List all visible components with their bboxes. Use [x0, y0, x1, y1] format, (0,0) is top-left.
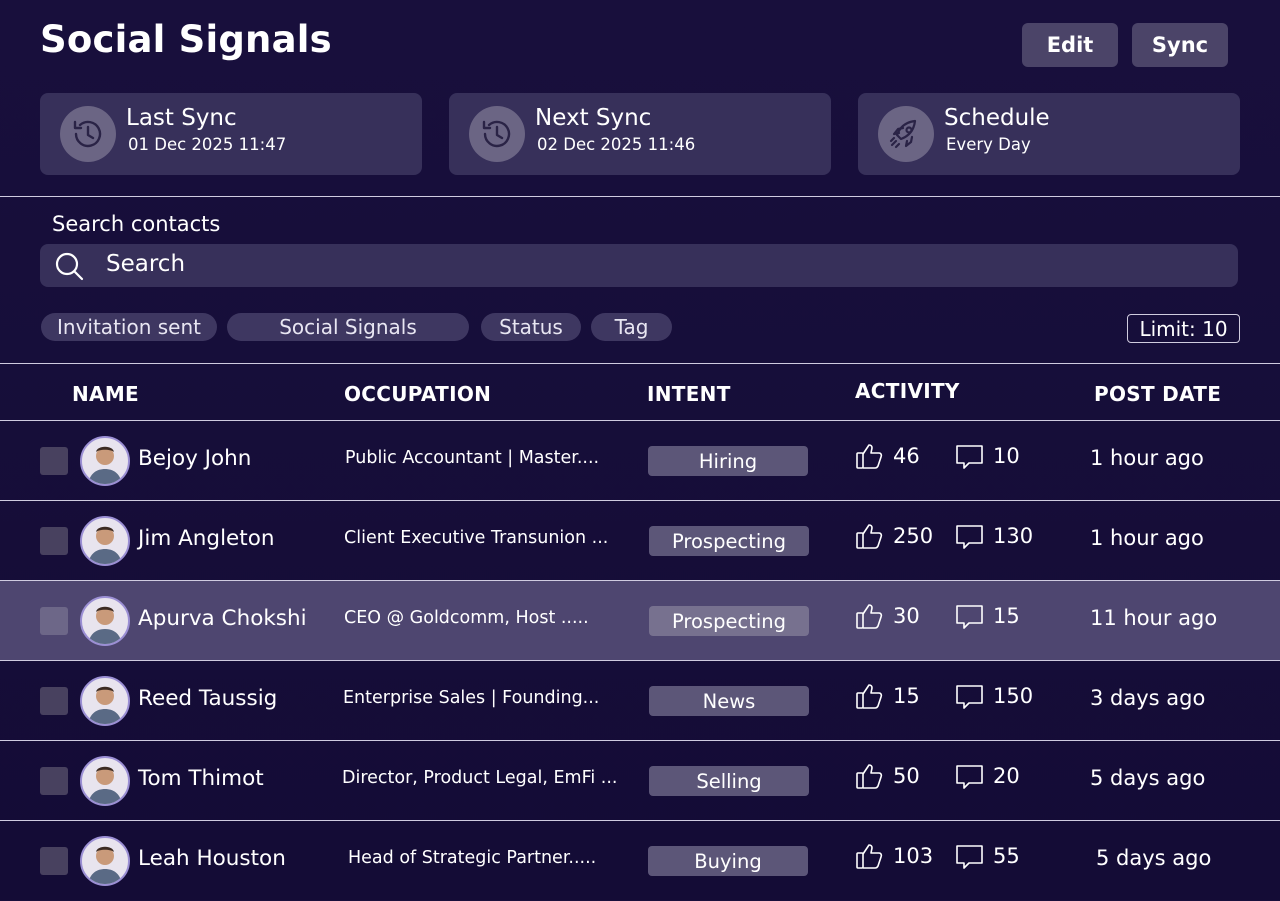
- contact-name[interactable]: Apurva Chokshi: [138, 606, 307, 631]
- table-row[interactable]: Apurva Chokshi CEO @ Goldcomm, Host ....…: [0, 581, 1280, 661]
- thumbs-up-icon: [855, 681, 885, 715]
- like-count: 50: [893, 764, 920, 788]
- table-row[interactable]: Leah Houston Head of Strategic Partner..…: [0, 821, 1280, 901]
- schedule-card: Schedule Every Day: [858, 93, 1240, 175]
- filter-status[interactable]: Status: [481, 313, 581, 341]
- table-row[interactable]: Tom Thimot Director, Product Legal, EmFi…: [0, 741, 1280, 821]
- post-date: 5 days ago: [1096, 846, 1212, 870]
- filter-tag[interactable]: Tag: [591, 313, 672, 341]
- table-row[interactable]: Jim Angleton Client Executive Transunion…: [0, 501, 1280, 581]
- intent-badge: Prospecting: [649, 526, 809, 556]
- next-sync-title: Next Sync: [535, 105, 652, 131]
- row-checkbox[interactable]: [40, 447, 68, 475]
- comment-icon: [955, 603, 985, 637]
- next-sync-value: 02 Dec 2025 11:46: [537, 135, 696, 154]
- divider: [0, 196, 1280, 197]
- intent-badge: Selling: [649, 766, 809, 796]
- thumbs-up-icon: [855, 841, 885, 875]
- thumbs-up-icon: [855, 521, 885, 555]
- schedule-value: Every Day: [946, 135, 1031, 154]
- page-title: Social Signals: [40, 18, 332, 61]
- comment-icon: [955, 523, 985, 557]
- like-count: 250: [893, 524, 934, 548]
- intent-badge: News: [649, 686, 809, 716]
- edit-button[interactable]: Edit: [1022, 23, 1118, 67]
- contact-occupation: Client Executive Transunion ...: [344, 528, 609, 548]
- schedule-title: Schedule: [944, 105, 1050, 131]
- contact-occupation: Director, Product Legal, EmFi ...: [342, 768, 618, 788]
- search-icon: [54, 251, 84, 285]
- contact-name[interactable]: Reed Taussig: [138, 686, 277, 711]
- avatar: [80, 516, 130, 566]
- avatar: [80, 436, 130, 486]
- avatar: [80, 596, 130, 646]
- post-date: 1 hour ago: [1090, 446, 1204, 470]
- contact-name[interactable]: Bejoy John: [138, 446, 251, 471]
- row-checkbox[interactable]: [40, 687, 68, 715]
- thumbs-up-icon: [855, 761, 885, 795]
- contact-name[interactable]: Tom Thimot: [138, 766, 264, 791]
- comment-count: 130: [993, 524, 1034, 548]
- row-checkbox[interactable]: [40, 607, 68, 635]
- contact-name[interactable]: Leah Houston: [138, 846, 286, 871]
- last-sync-value: 01 Dec 2025 11:47: [128, 135, 287, 154]
- thumbs-up-icon: [855, 441, 885, 475]
- contact-name[interactable]: Jim Angleton: [138, 526, 275, 551]
- column-header-intent[interactable]: INTENT: [647, 382, 731, 406]
- filter-invitation-sent[interactable]: Invitation sent: [41, 313, 217, 341]
- column-header-post-date[interactable]: POST DATE: [1094, 382, 1221, 406]
- like-count: 46: [893, 444, 920, 468]
- intent-badge: Hiring: [648, 446, 808, 476]
- avatar: [80, 756, 130, 806]
- search-bar[interactable]: [40, 244, 1238, 287]
- last-sync-title: Last Sync: [126, 105, 237, 131]
- search-input[interactable]: [104, 250, 1008, 278]
- row-checkbox[interactable]: [40, 527, 68, 555]
- column-header-occupation[interactable]: OCCUPATION: [344, 382, 491, 406]
- thumbs-up-icon: [855, 601, 885, 635]
- avatar: [80, 836, 130, 886]
- row-checkbox[interactable]: [40, 847, 68, 875]
- rocket-icon: [878, 106, 934, 162]
- history-icon: [469, 106, 525, 162]
- sync-button[interactable]: Sync: [1132, 23, 1228, 67]
- contact-occupation: Public Accountant | Master....: [345, 448, 600, 468]
- contact-occupation: Head of Strategic Partner.....: [348, 848, 597, 868]
- comment-count: 150: [993, 684, 1034, 708]
- comment-count: 55: [993, 844, 1020, 868]
- comment-icon: [955, 683, 985, 717]
- comment-icon: [955, 843, 985, 877]
- table-row[interactable]: Reed Taussig Enterprise Sales | Founding…: [0, 661, 1280, 741]
- intent-badge: Buying: [648, 846, 808, 876]
- limit-selector[interactable]: Limit: 10: [1127, 314, 1240, 343]
- post-date: 11 hour ago: [1090, 606, 1218, 630]
- comment-count: 20: [993, 764, 1020, 788]
- comment-count: 10: [993, 444, 1020, 468]
- like-count: 103: [893, 844, 934, 868]
- like-count: 15: [893, 684, 920, 708]
- search-label: Search contacts: [52, 212, 221, 236]
- comment-icon: [955, 443, 985, 477]
- column-header-activity[interactable]: ACTIVITY: [855, 379, 960, 403]
- last-sync-card: Last Sync 01 Dec 2025 11:47: [40, 93, 422, 175]
- contact-occupation: CEO @ Goldcomm, Host .....: [344, 608, 589, 628]
- post-date: 3 days ago: [1090, 686, 1206, 710]
- row-checkbox[interactable]: [40, 767, 68, 795]
- filter-social-signals[interactable]: Social Signals: [227, 313, 469, 341]
- avatar: [80, 676, 130, 726]
- divider: [0, 363, 1280, 364]
- column-header-name[interactable]: NAME: [72, 382, 139, 406]
- post-date: 5 days ago: [1090, 766, 1206, 790]
- like-count: 30: [893, 604, 920, 628]
- intent-badge: Prospecting: [649, 606, 809, 636]
- table-row[interactable]: Bejoy John Public Accountant | Master...…: [0, 421, 1280, 501]
- next-sync-card: Next Sync 02 Dec 2025 11:46: [449, 93, 831, 175]
- contact-occupation: Enterprise Sales | Founding...: [343, 688, 600, 708]
- comment-count: 15: [993, 604, 1020, 628]
- history-icon: [60, 106, 116, 162]
- comment-icon: [955, 763, 985, 797]
- post-date: 1 hour ago: [1090, 526, 1204, 550]
